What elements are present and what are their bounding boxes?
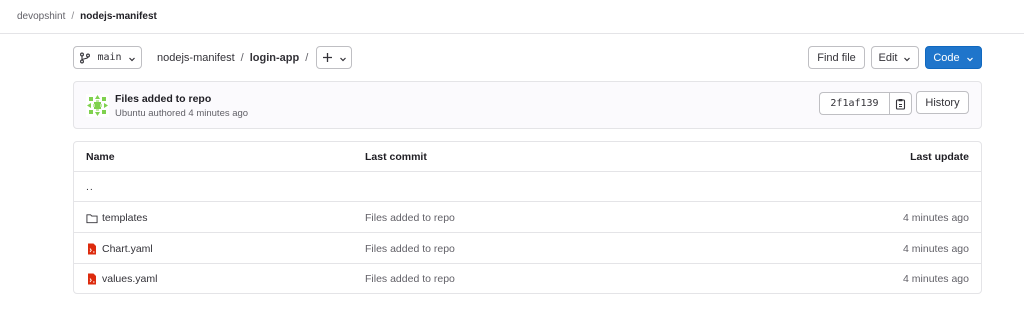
breadcrumb-group[interactable]: devopshint <box>17 11 65 22</box>
file-last-update: 4 minutes ago <box>903 212 969 224</box>
breadcrumb-separator: / <box>71 11 75 22</box>
add-dropdown-button[interactable] <box>316 46 352 69</box>
file-name[interactable]: values.yaml <box>102 273 157 285</box>
path-project[interactable]: nodejs-manifest <box>157 52 235 64</box>
plus-icon <box>321 52 333 64</box>
parent-directory-row[interactable]: .. <box>74 172 981 202</box>
breadcrumb-project[interactable]: nodejs-manifest <box>80 11 157 22</box>
file-name[interactable]: templates <box>102 212 148 224</box>
file-last-commit[interactable]: Files added to repo <box>365 203 455 233</box>
header-last-update: Last update <box>910 151 969 163</box>
copy-icon[interactable] <box>889 92 912 115</box>
edit-dropdown-button[interactable]: Edit <box>871 46 919 69</box>
file-last-update: 4 minutes ago <box>903 243 969 255</box>
file-name[interactable]: Chart.yaml <box>102 243 153 255</box>
table-row[interactable]: Chart.yaml Files added to repo 4 minutes… <box>74 234 981 264</box>
table-header-row: Name Last commit Last update <box>74 142 981 172</box>
last-commit-panel: Files added to repo Ubuntu authored 4 mi… <box>73 81 982 129</box>
file-name-cell[interactable]: values.yaml <box>86 264 157 293</box>
commit-title[interactable]: Files added to repo <box>115 93 211 105</box>
path-separator: / <box>240 51 244 64</box>
history-button[interactable]: History <box>916 91 969 114</box>
path-folder[interactable]: login-app <box>250 52 300 64</box>
code-label: Code <box>933 51 960 64</box>
branch-selector[interactable]: main <box>73 46 142 69</box>
commit-author-meta: Ubuntu authored 4 minutes ago <box>115 108 249 119</box>
table-row[interactable]: templates Files added to repo 4 minutes … <box>74 203 981 233</box>
file-name-cell[interactable]: Chart.yaml <box>86 234 153 264</box>
avatar[interactable] <box>86 94 109 117</box>
yaml-file-icon <box>86 243 98 255</box>
chevron-down-icon <box>966 54 974 62</box>
file-last-commit[interactable]: Files added to repo <box>365 264 455 293</box>
folder-icon <box>86 212 98 224</box>
header-last-commit: Last commit <box>365 151 427 163</box>
table-row[interactable]: values.yaml Files added to repo 4 minute… <box>74 264 981 293</box>
file-path-breadcrumb: nodejs-manifest / login-app / <box>157 46 308 69</box>
chevron-down-icon <box>339 54 347 62</box>
branch-icon <box>79 52 91 64</box>
find-file-button[interactable]: Find file <box>808 46 865 69</box>
branch-name: main <box>97 52 122 63</box>
parent-directory-link[interactable]: .. <box>86 172 94 202</box>
edit-label: Edit <box>878 51 898 64</box>
chevron-down-icon <box>903 54 911 62</box>
file-name-cell[interactable]: templates <box>86 203 148 233</box>
commit-sha[interactable]: 2f1af139 <box>819 92 889 115</box>
top-breadcrumb: devopshint / nodejs-manifest <box>0 0 1024 34</box>
file-table: Name Last commit Last update .. template… <box>73 141 982 294</box>
yaml-file-icon <box>86 273 98 285</box>
commit-sha-group: 2f1af139 <box>819 92 912 115</box>
header-name: Name <box>86 151 115 163</box>
file-last-commit[interactable]: Files added to repo <box>365 234 455 264</box>
path-separator: / <box>305 51 309 64</box>
code-dropdown-button[interactable]: Code <box>925 46 982 69</box>
file-last-update: 4 minutes ago <box>903 273 969 285</box>
chevron-down-icon <box>128 54 136 62</box>
